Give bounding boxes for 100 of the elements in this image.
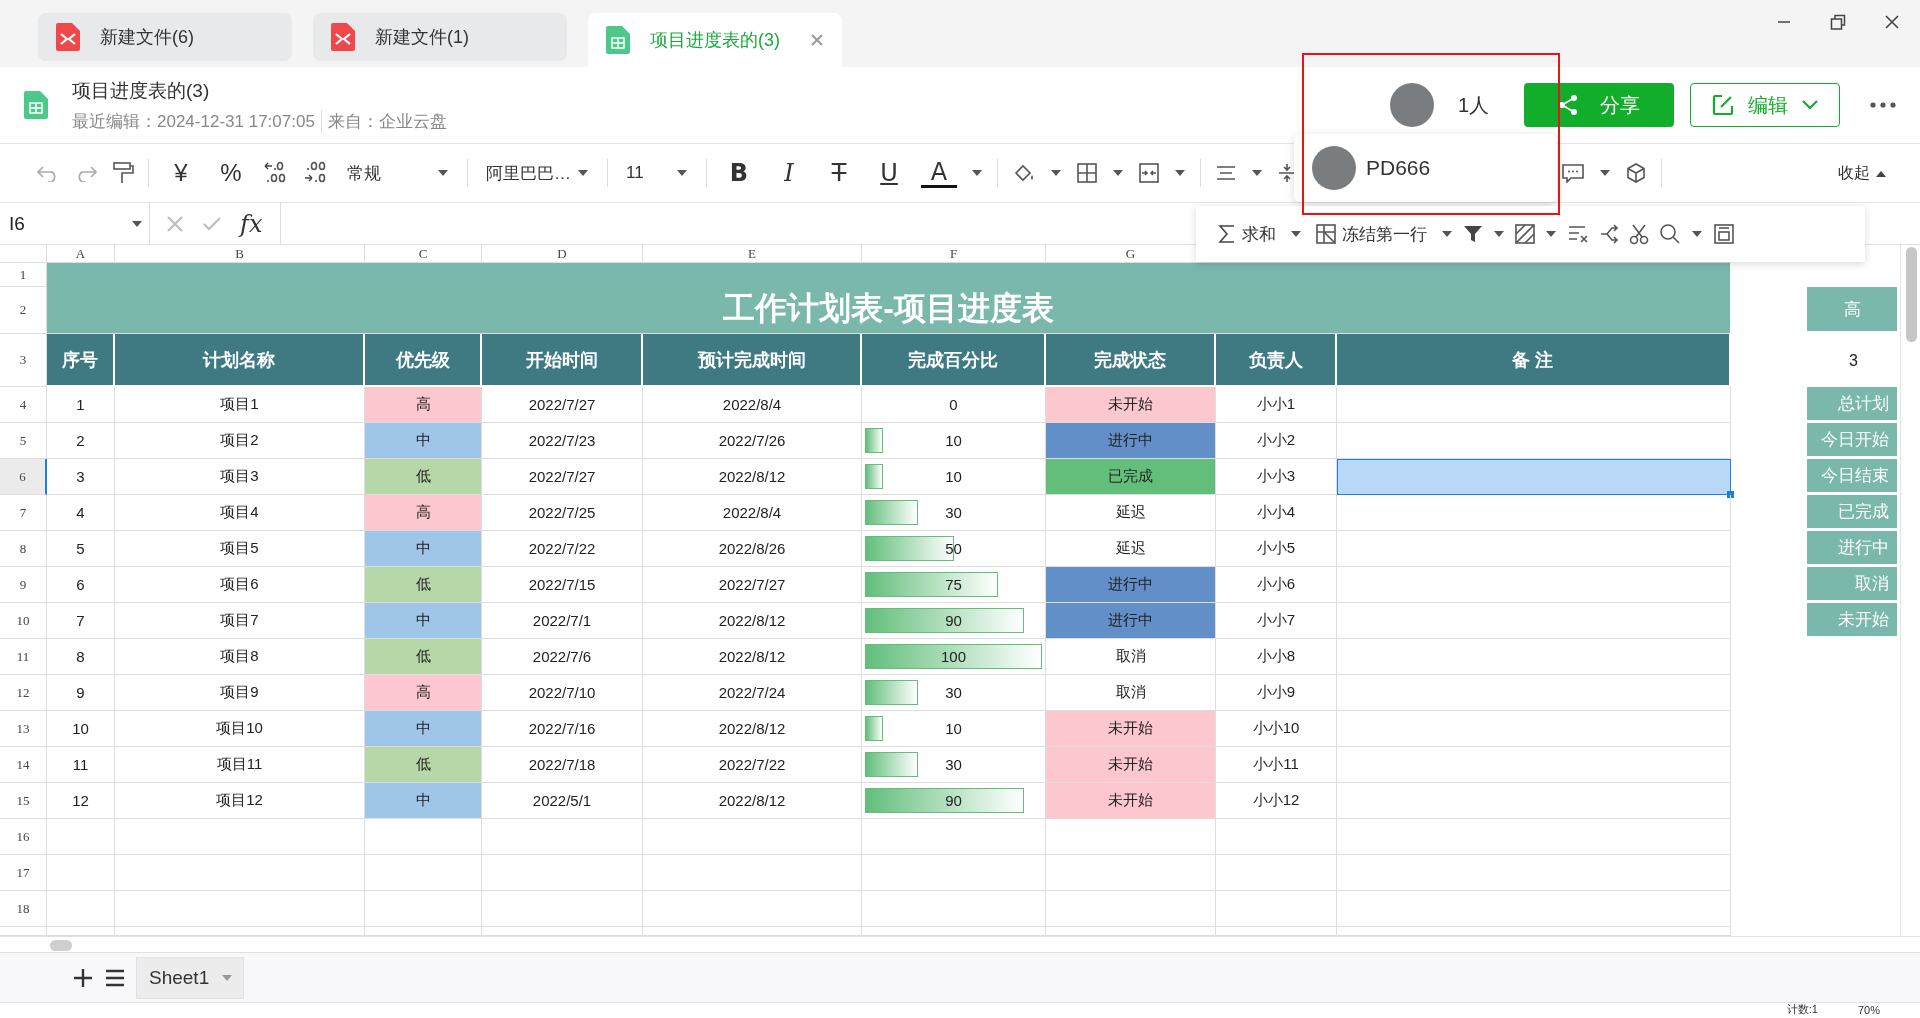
caret-icon[interactable]	[1599, 169, 1611, 177]
table-cell: 2022/7/22	[643, 747, 862, 783]
paint-roller-icon[interactable]	[112, 161, 134, 185]
column-heading: 开始时间	[482, 334, 643, 387]
row-number: 8	[0, 531, 47, 567]
cube-icon[interactable]	[1625, 162, 1647, 184]
borders-icon[interactable]	[1076, 162, 1098, 184]
sheet-tab[interactable]: Sheet1	[136, 956, 244, 999]
more-icon[interactable]	[1870, 102, 1896, 108]
table-cell: 2022/8/12	[643, 603, 862, 639]
strikethrough-button[interactable]: T	[821, 155, 857, 191]
table-cell: 30	[945, 756, 962, 773]
table-cell: 11	[47, 747, 115, 783]
currency-button[interactable]: ¥	[163, 155, 199, 191]
zoom-level[interactable]: 70%	[1857, 1003, 1880, 1016]
caret-icon[interactable]	[676, 169, 688, 177]
column-header: E	[643, 245, 862, 263]
sum-button[interactable]: 求和	[1214, 222, 1280, 246]
caret-icon[interactable]	[1545, 230, 1557, 238]
vertical-scrollbar[interactable]	[1900, 245, 1920, 936]
caret-icon[interactable]	[1050, 169, 1062, 177]
collapse-button[interactable]: 收起	[1834, 155, 1890, 191]
column-heading: 序号	[47, 334, 115, 387]
underline-button[interactable]: U	[871, 155, 907, 191]
caret-icon[interactable]	[1493, 230, 1505, 238]
comment-icon[interactable]	[1561, 163, 1585, 183]
file-tab[interactable]: 新建文件(1)	[313, 13, 567, 61]
panel-heading: 高	[1807, 287, 1900, 334]
scrollbar-thumb[interactable]	[1906, 247, 1917, 342]
table-cell: 小小4	[1216, 495, 1337, 531]
scrollbar-thumb[interactable]	[50, 940, 72, 951]
clear-format-icon[interactable]	[1567, 224, 1589, 244]
vertical-align-icon[interactable]	[1277, 162, 1297, 184]
caret-icon[interactable]	[1691, 230, 1703, 238]
table-cell: 100	[941, 648, 966, 665]
freeze-button[interactable]: 冻结第一行	[1312, 222, 1431, 246]
caret-icon[interactable]	[1441, 230, 1453, 238]
status-cell: 未开始	[1046, 747, 1216, 783]
align-center-icon[interactable]	[1215, 164, 1237, 182]
priority-cell: 中	[365, 423, 482, 459]
caret-icon[interactable]	[1174, 169, 1186, 177]
table-cell: 2	[47, 423, 115, 459]
panel-label: 未开始	[1807, 603, 1900, 639]
table-cell: 75	[945, 576, 962, 593]
percent-button[interactable]: %	[213, 155, 249, 191]
panel-label: 今日开始	[1807, 423, 1900, 459]
table-cell: 2022/7/27	[482, 387, 643, 423]
name-box[interactable]: I6	[0, 203, 150, 244]
file-tab[interactable]: 新建文件(6)	[38, 13, 292, 61]
table-cell: 2022/8/12	[643, 639, 862, 675]
panel-label: 总计划	[1807, 387, 1900, 423]
merge-cells-icon[interactable]	[1138, 162, 1160, 184]
font-size-dropdown[interactable]: 11	[622, 155, 692, 191]
selected-cell[interactable]	[1337, 459, 1731, 495]
font-color-button[interactable]: A	[921, 158, 957, 188]
shuffle-icon[interactable]	[1599, 224, 1619, 244]
priority-cell: 中	[365, 531, 482, 567]
user-name: PD666	[1366, 156, 1431, 180]
table-cell: 2022/7/27	[643, 567, 862, 603]
priority-cell: 低	[365, 639, 482, 675]
caret-icon[interactable]	[1112, 169, 1124, 177]
caret-icon[interactable]	[971, 169, 983, 177]
menu-icon[interactable]	[104, 967, 126, 988]
table-cell: 2022/8/4	[643, 387, 862, 423]
priority-cell: 中	[365, 603, 482, 639]
caret-icon[interactable]	[437, 169, 449, 177]
caret-icon[interactable]	[1290, 230, 1302, 238]
horizontal-scrollbar[interactable]	[0, 936, 1920, 953]
scissors-icon[interactable]	[1629, 223, 1649, 245]
font-dropdown[interactable]: 阿里巴巴…	[482, 155, 593, 191]
table-cell: 小小6	[1216, 567, 1337, 603]
caret-icon[interactable]	[1251, 169, 1263, 177]
column-heading: 负责人	[1216, 334, 1337, 387]
search-icon[interactable]	[1659, 223, 1681, 245]
status-count: 计数:1	[1786, 1002, 1818, 1017]
italic-button[interactable]: I	[771, 155, 807, 191]
avatar[interactable]	[1389, 83, 1434, 127]
row-number: 12	[0, 675, 47, 711]
pattern-fill-icon[interactable]	[1515, 224, 1535, 244]
bold-button[interactable]: B	[721, 155, 757, 191]
table-cell: 4	[47, 495, 115, 531]
table-cell: 90	[945, 792, 962, 809]
caret-icon[interactable]	[131, 219, 143, 228]
add-sheet-icon[interactable]	[72, 966, 94, 989]
close-icon[interactable]	[1884, 14, 1900, 30]
function-button[interactable]: fx	[240, 209, 263, 238]
priority-cell: 高	[365, 495, 482, 531]
status-cell: 未开始	[1046, 783, 1216, 819]
form-icon[interactable]	[1713, 223, 1735, 245]
caret-icon[interactable]	[577, 169, 589, 177]
column-heading: 预计完成时间	[643, 334, 862, 387]
table-cell: 10	[945, 432, 962, 449]
status-cell: 延迟	[1046, 495, 1216, 531]
priority-cell: 低	[365, 567, 482, 603]
fill-handle[interactable]	[1727, 491, 1734, 498]
status-cell: 未开始	[1046, 711, 1216, 747]
table-cell: 9	[47, 675, 115, 711]
number-format-dropdown[interactable]: 常规	[343, 155, 453, 191]
restore-icon[interactable]	[1830, 14, 1846, 30]
collaborator-count[interactable]: 1人	[1457, 91, 1489, 119]
